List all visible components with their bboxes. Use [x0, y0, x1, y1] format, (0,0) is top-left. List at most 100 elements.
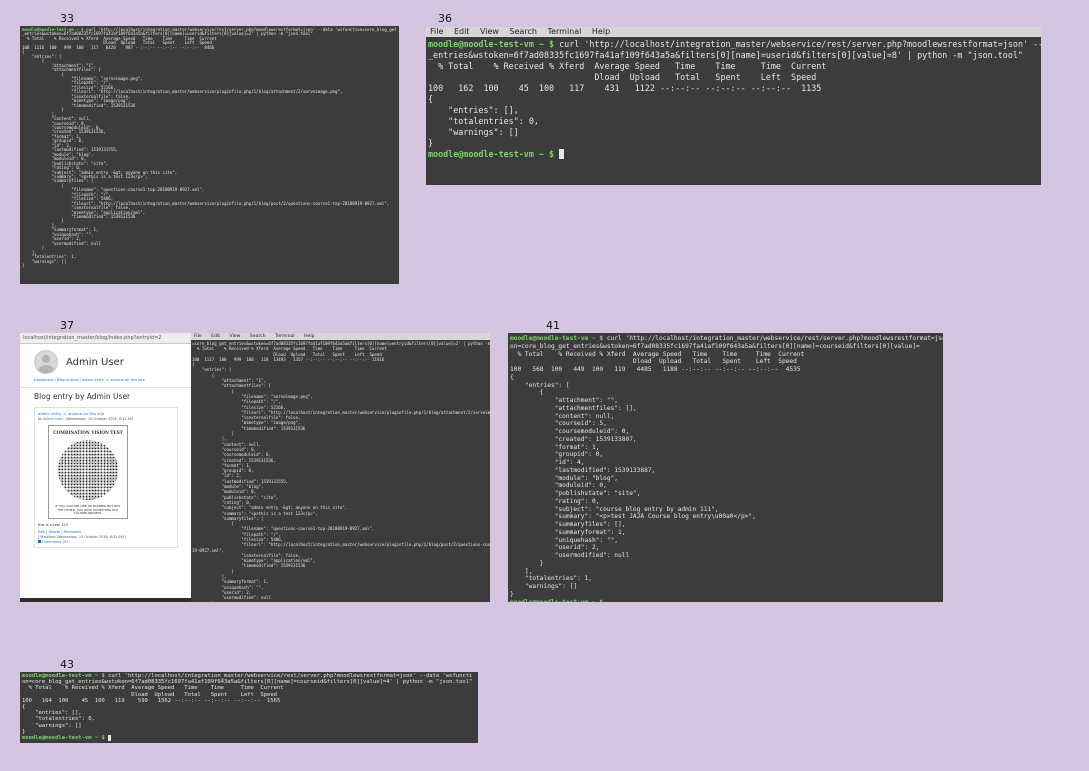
entry-title[interactable]: admin entry -> anyone on this site: [38, 411, 174, 416]
menu-search[interactable]: Search: [250, 334, 266, 339]
terminal-line: "fileurl": "http://localhost/integration…: [192, 409, 490, 415]
terminal-line: ],: [192, 574, 227, 580]
terminal-line: "rating": 0,: [192, 499, 252, 505]
terminal-line: "publishstate": "site",: [510, 490, 641, 497]
terminal-line: "entries": [: [510, 381, 570, 389]
figure-label-41: 41: [546, 319, 560, 332]
terminal-line: "timemodified": 1539131536: [192, 563, 306, 569]
menu-help[interactable]: Help: [304, 334, 314, 339]
figure-label-43: 43: [60, 658, 74, 671]
terminal-line: "coursemoduleid": 0,: [192, 452, 271, 458]
terminal-line: "summaryformat": 1,: [510, 528, 626, 536]
menu-file[interactable]: File: [194, 334, 202, 339]
terminal-line: "attachment": "1",: [192, 378, 266, 384]
terminal-line: "userid": 2,: [192, 589, 252, 595]
terminal-output-37: =core_blog_get_entries&wstoken=6f7ad0833…: [192, 341, 490, 602]
address-bar[interactable]: localhost/integration_master/blog/index.…: [20, 333, 192, 344]
terminal-line: }: [510, 590, 514, 598]
figure-label-33: 33: [60, 12, 74, 25]
terminal-line: "moduleid": 0,: [192, 489, 257, 495]
image-heading: COMBINATION VISION TEST: [53, 430, 123, 435]
terminal-line: "coursemoduleid": 0,: [510, 428, 630, 435]
terminal-prompt: moodle@moodle-test-vm ~ $: [510, 335, 604, 342]
terminal-line: Dload Upload Total Spent Left Speed: [22, 691, 277, 698]
breadcrumb[interactable]: Dashboard / Blog entries / admin entry -…: [34, 378, 178, 382]
terminal-line: "groupid": 0,: [510, 451, 604, 459]
terminal-prompt: moodle@moodle-test-vm ~ $: [510, 598, 604, 603]
terminal-line: =core_blog_get_entries&wstoken=6f7ad0833…: [192, 341, 490, 346]
user-avatar: [34, 350, 58, 374]
terminal-line: "module": "blog",: [192, 484, 264, 490]
terminal-line: }: [428, 138, 434, 148]
terminal-line: {: [192, 362, 195, 368]
terminal-window-41: moodle@moodle-test-vm ~ $ curl 'http://l…: [508, 333, 943, 602]
menu-edit[interactable]: Edit: [211, 334, 220, 339]
terminal-line: {: [192, 388, 234, 394]
terminal-line: curl 'http://localhost/integration_maste…: [104, 673, 473, 679]
terminal-line: }: [22, 263, 25, 269]
dot-pattern-image: [58, 440, 118, 500]
terminal-line: "warnings": []: [22, 722, 82, 729]
menu-terminal[interactable]: Terminal: [275, 334, 294, 339]
terminal-line: 19-0927.xml",: [192, 547, 225, 553]
terminal-line: on=core_blog_get_entries&wstoken=6f7ad08…: [510, 342, 920, 350]
menu-view[interactable]: View: [230, 334, 241, 339]
terminal-line: "lastmodified": 1539131555,: [192, 478, 289, 484]
comment-icon: [38, 540, 41, 543]
menu-help[interactable]: Help: [592, 27, 610, 36]
terminal-line: "filename": "serveimage.png",: [192, 393, 313, 399]
terminal-prompt: moodle@moodle-test-vm ~ $: [22, 673, 105, 679]
terminal-cursor[interactable]: [559, 149, 565, 159]
menu-view[interactable]: View: [480, 27, 499, 36]
terminal-line: "subject": "admin entry -&gt; anyone on …: [192, 505, 348, 511]
figure-label-36: 36: [438, 12, 452, 25]
terminal-line: "filename": "questions-course1-top-20180…: [192, 526, 375, 532]
comments-link[interactable]: Comments (0): [38, 540, 174, 544]
terminal-line: "summary": "<p>test JAJA Course blog ent…: [510, 513, 756, 521]
terminal-line: "content": null,: [192, 441, 262, 447]
terminal-line: 100 162 100 45 100 117 431 1122 --:--:--…: [428, 83, 822, 93]
terminal-line: "lastmodified": 1539133887,: [510, 466, 656, 474]
terminal-line: "fileurl": "http://localhost/integration…: [241, 542, 490, 548]
menu-file[interactable]: File: [430, 27, 443, 36]
terminal-line: "subject": "course blog entry by admin 1…: [510, 505, 719, 513]
terminal-line: "totalentries": 1,: [510, 575, 592, 583]
browser-footer-bar: [20, 598, 192, 602]
terminal-line: ],: [510, 567, 533, 575]
terminal-line: }: [510, 559, 544, 567]
terminal-line: % Total % Received % Xferd Average Speed…: [510, 350, 805, 358]
terminal-line: "mimetype": "image/png",: [192, 420, 301, 426]
terminal-line: Dload Upload Total Spent Left Speed: [428, 72, 817, 82]
menu-search[interactable]: Search: [510, 27, 537, 36]
terminal-line: % Total % Received % Xferd Average Speed…: [428, 61, 827, 71]
terminal-line: "uniquehash": "",: [510, 536, 619, 544]
terminal-line: "summaryfiles": [: [192, 515, 264, 521]
terminal-window-36: File Edit View Search Terminal Help mood…: [426, 27, 1041, 185]
attachment-image: COMBINATION VISION TEST IF YOU CAN SEE O…: [48, 425, 128, 519]
section-title: Blog entry by Admin User: [34, 392, 131, 401]
terminal-line: "filesize": 5406,: [192, 536, 284, 542]
terminal-line: 100 568 100 449 100 119 4485 1188 --:--:…: [510, 366, 801, 373]
entry-author-link[interactable]: Admin User: [43, 417, 63, 421]
terminal-line: "created": 1539133807,: [510, 435, 637, 443]
terminal-line: "summaryformat": 1,: [192, 579, 269, 585]
terminal-prompt: moodle@moodle-test-vm ~ $: [22, 735, 105, 742]
terminal-line: "rating": 0,: [510, 497, 600, 505]
terminal-prompt: moodle@moodle-test-vm ~ $: [428, 39, 555, 49]
terminal-line: "usermodified": null: [510, 552, 630, 559]
terminal-line: }: [192, 568, 234, 574]
terminal-line: "totalentries": 0,: [428, 116, 539, 126]
terminal-line: "filepath": "/",: [192, 531, 281, 537]
menu-edit[interactable]: Edit: [454, 27, 470, 36]
terminal-prompt: moodle@moodle-test-vm ~ $: [428, 149, 555, 159]
terminal-line: "isexternalfile": false,: [192, 415, 301, 421]
terminal-line: "groupid": 0,: [192, 468, 254, 474]
terminal-window-33: moodle@moodle-test-vm ~ $ curl 'http://l…: [20, 26, 399, 284]
menu-terminal[interactable]: Terminal: [548, 27, 582, 36]
terminal-line: "entries": [],: [428, 105, 519, 115]
terminal-line: "format": 1,: [510, 443, 600, 451]
terminal-line: Dload Upload Total Spent Left Speed: [510, 358, 797, 366]
terminal-cursor[interactable]: [108, 735, 112, 742]
terminal-line: curl 'http://localhost/integration_maste…: [559, 39, 1041, 49]
entry-actions[interactable]: Edit | Delete | Permalink: [38, 530, 174, 534]
